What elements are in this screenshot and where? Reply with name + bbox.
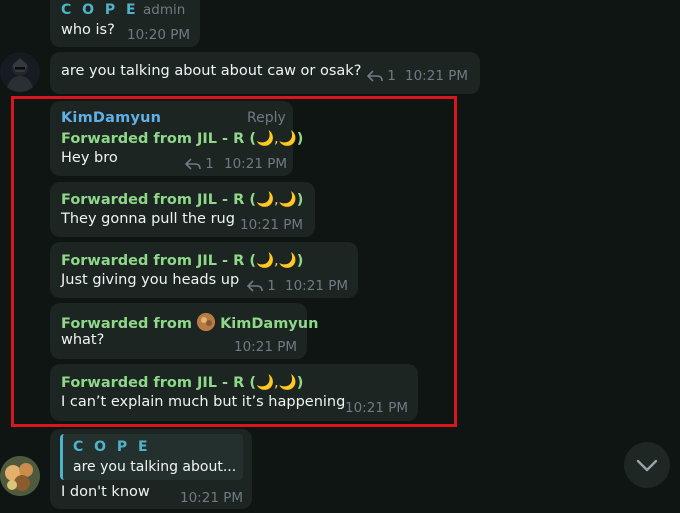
- quote-text: are you talking about...: [73, 459, 237, 475]
- message-time: 10:21 PM: [405, 68, 468, 84]
- reply-arrow-icon: [367, 70, 383, 82]
- scroll-down-button[interactable]: [624, 442, 670, 488]
- message-time: 10:20 PM: [127, 27, 190, 43]
- message-text: who is?: [61, 22, 115, 38]
- highlight-box: [11, 96, 457, 427]
- message-text: are you talking about about caw or osak?: [61, 63, 362, 79]
- message-time: 10:21 PM: [180, 490, 243, 506]
- admin-badge: admin: [143, 2, 186, 18]
- reply-count-value: 1: [387, 68, 396, 84]
- message-text: I don't know: [61, 484, 150, 500]
- sender-name[interactable]: C O P E: [61, 2, 139, 18]
- reply-count[interactable]: 1: [367, 68, 396, 84]
- quote-sender: C O P E: [73, 439, 151, 455]
- avatar[interactable]: [0, 456, 40, 496]
- chevron-down-icon: [636, 459, 658, 472]
- avatar[interactable]: [0, 52, 40, 92]
